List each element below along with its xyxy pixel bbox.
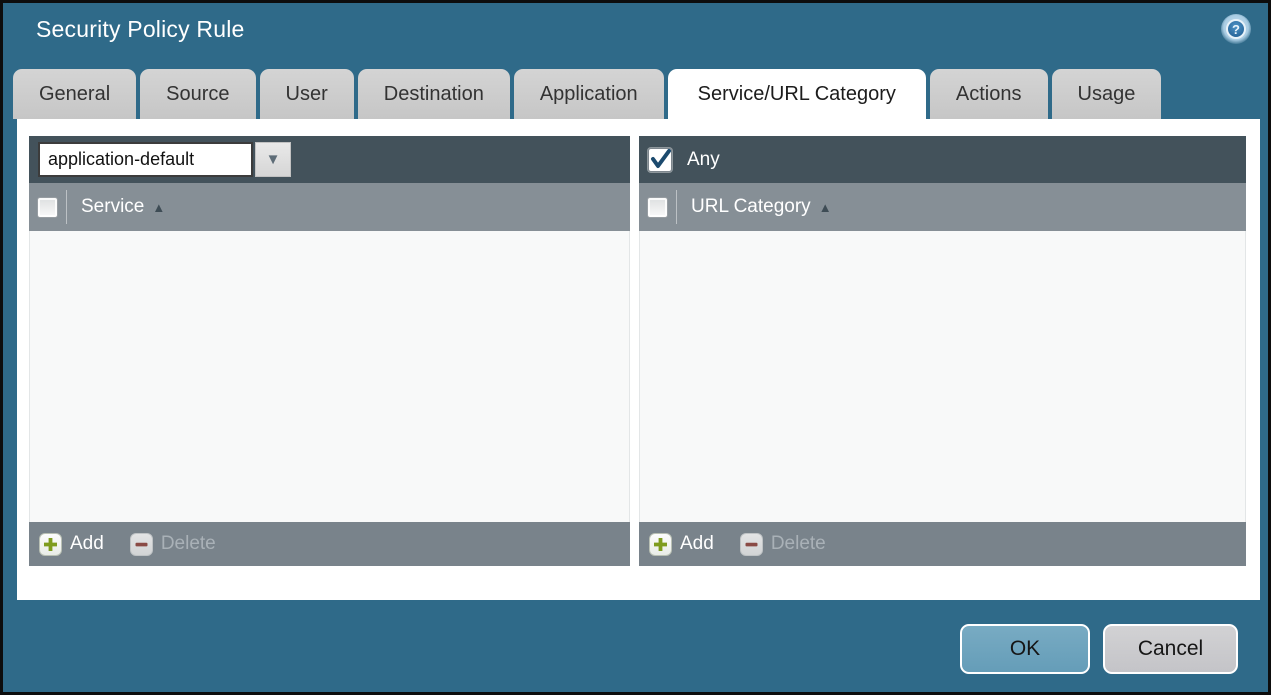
minus-icon xyxy=(129,532,153,556)
url-category-add-label: Add xyxy=(680,533,714,554)
url-category-panel-toolbar: Any xyxy=(639,136,1246,183)
service-type-input[interactable] xyxy=(38,142,253,177)
service-column-header-row: Service ▲ xyxy=(29,183,630,231)
tab-usage[interactable]: Usage xyxy=(1051,69,1162,119)
service-add-label: Add xyxy=(70,533,104,554)
dialog-button-row: OK Cancel xyxy=(960,624,1238,674)
url-category-select-all-cell xyxy=(639,196,676,218)
tab-user[interactable]: User xyxy=(259,69,354,119)
url-category-column-header-row: URL Category ▲ xyxy=(639,183,1246,231)
tab-content-area: ▼ Service ▲ Add xyxy=(17,119,1260,600)
url-category-add-button[interactable]: Add xyxy=(649,532,714,556)
tab-application[interactable]: Application xyxy=(513,69,664,119)
service-list[interactable] xyxy=(29,231,630,522)
url-category-panel: Any URL Category ▲ Add Delete xyxy=(639,136,1246,566)
plus-icon xyxy=(649,532,672,556)
help-question-glyph: ? xyxy=(1226,19,1246,39)
service-type-dropdown-button[interactable]: ▼ xyxy=(255,142,291,177)
any-label: Any xyxy=(687,148,720,170)
help-icon[interactable]: ? xyxy=(1221,14,1251,44)
url-category-list[interactable] xyxy=(639,231,1246,522)
sort-ascending-icon[interactable]: ▲ xyxy=(152,200,165,215)
tab-general[interactable]: General xyxy=(13,69,137,119)
any-checkbox[interactable] xyxy=(648,147,672,172)
tab-destination[interactable]: Destination xyxy=(357,69,510,119)
chevron-down-icon: ▼ xyxy=(265,151,281,168)
service-select-all-cell xyxy=(29,196,66,218)
tab-actions[interactable]: Actions xyxy=(929,69,1048,119)
url-category-panel-footer: Add Delete xyxy=(639,522,1246,566)
minus-icon xyxy=(739,532,763,556)
cancel-button[interactable]: Cancel xyxy=(1103,624,1238,674)
plus-icon xyxy=(39,532,62,556)
service-add-button[interactable]: Add xyxy=(39,532,104,556)
tab-source[interactable]: Source xyxy=(140,69,256,119)
service-panel-toolbar: ▼ xyxy=(29,136,630,183)
column-divider xyxy=(66,190,67,224)
security-policy-rule-dialog: Security Policy Rule ? General Source Us… xyxy=(0,0,1271,695)
service-column-header[interactable]: Service xyxy=(81,196,144,218)
service-delete-button[interactable]: Delete xyxy=(129,532,216,556)
service-delete-label: Delete xyxy=(160,533,216,554)
service-panel-footer: Add Delete xyxy=(29,522,630,566)
url-category-delete-label: Delete xyxy=(770,533,826,554)
sort-ascending-icon[interactable]: ▲ xyxy=(819,200,832,215)
url-category-select-all-checkbox[interactable] xyxy=(647,196,668,218)
ok-button[interactable]: OK xyxy=(960,624,1090,674)
tab-strip: General Source User Destination Applicat… xyxy=(13,69,1162,119)
service-panel: ▼ Service ▲ Add xyxy=(29,136,630,566)
url-category-column-header[interactable]: URL Category xyxy=(691,196,811,218)
tab-service-url-category[interactable]: Service/URL Category xyxy=(667,69,926,119)
column-divider xyxy=(676,190,677,224)
service-select-all-checkbox[interactable] xyxy=(37,196,58,218)
dialog-title: Security Policy Rule xyxy=(36,16,245,42)
url-category-delete-button[interactable]: Delete xyxy=(739,532,826,556)
